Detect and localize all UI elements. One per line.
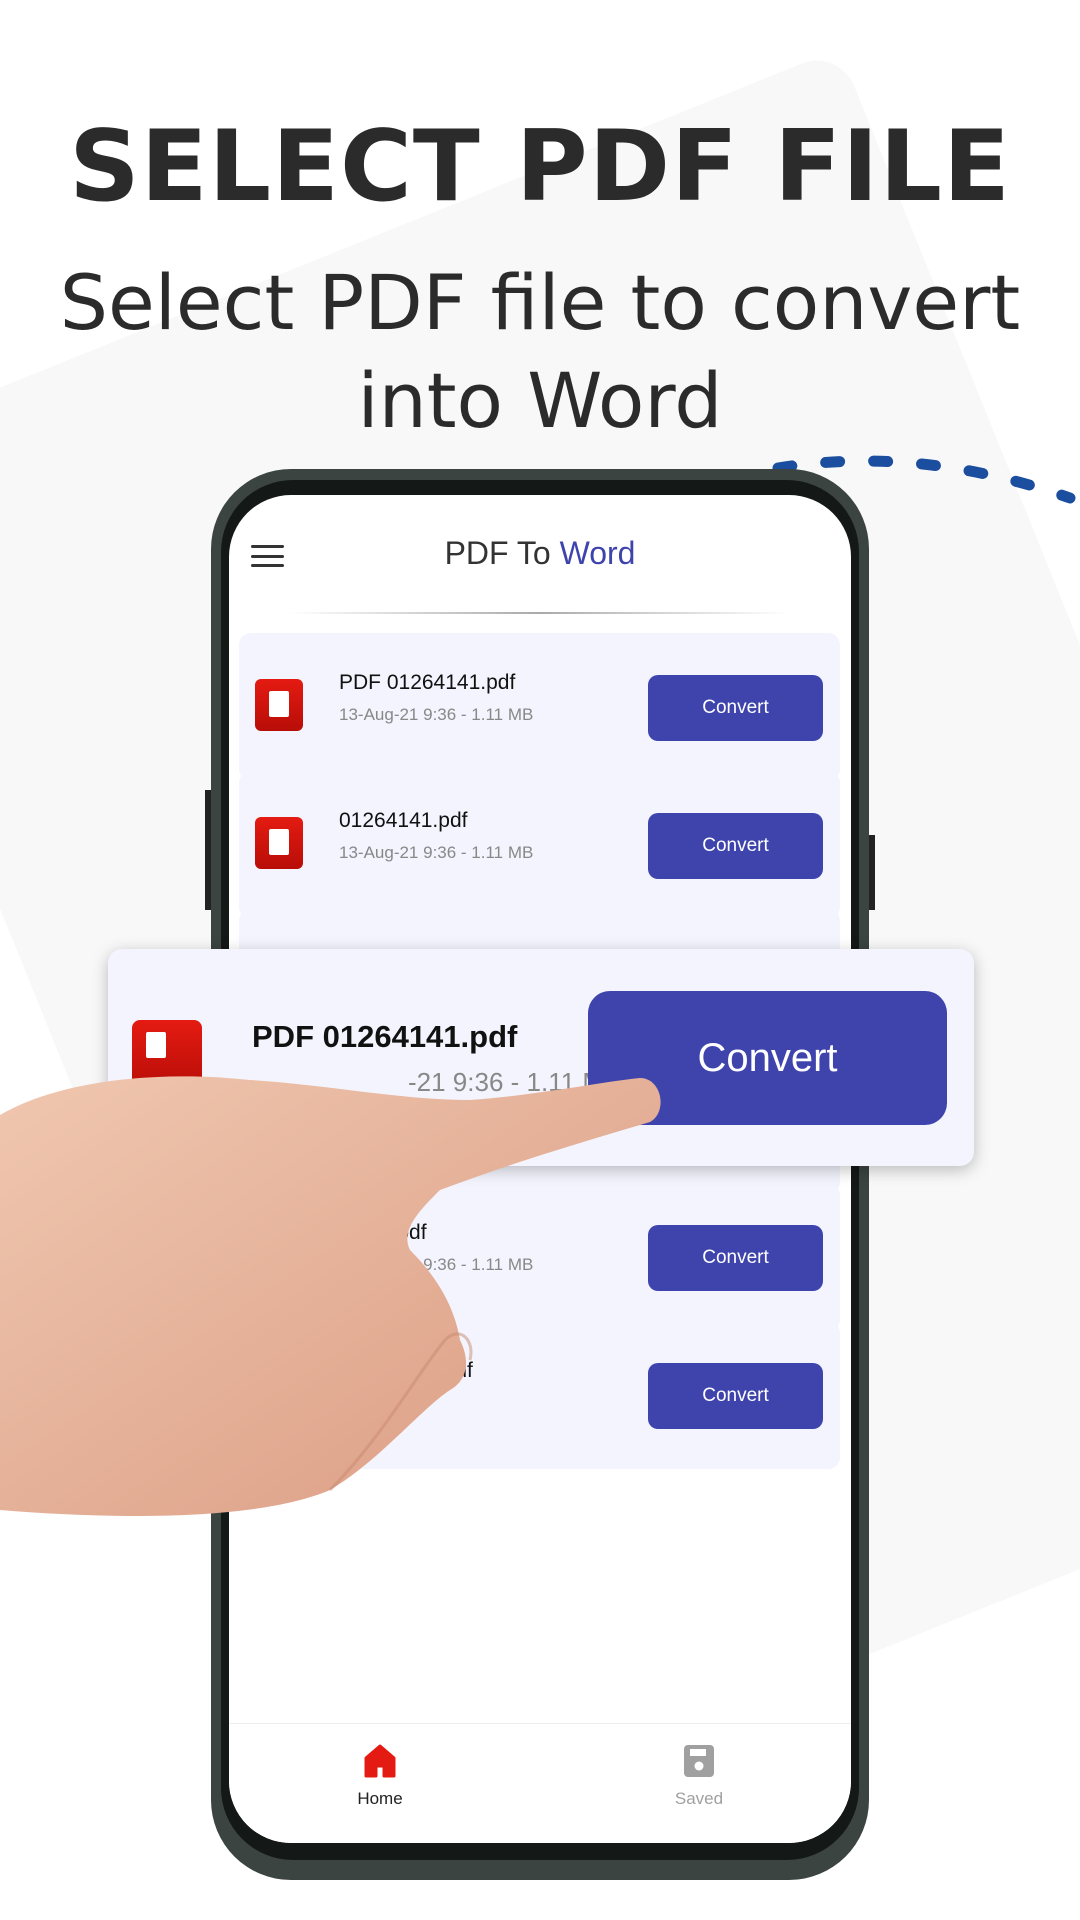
- file-meta: 13-Aug-21 9:36 - 1.11 MB: [339, 843, 534, 862]
- app-title: PDF To Word: [444, 535, 636, 571]
- header-divider: [289, 612, 789, 614]
- file-meta: 13-Aug-21 9:36 - 1.11 MB: [339, 705, 534, 724]
- phone-side-button: [205, 790, 211, 910]
- file-name: 01264141.pdf: [339, 809, 468, 832]
- home-icon: [364, 1744, 396, 1778]
- nav-saved-label: Saved: [674, 1789, 724, 1808]
- bottom-nav: Home Saved: [229, 1723, 851, 1843]
- file-name: PDF 01264141.pdf: [339, 671, 516, 694]
- subtitle-line-1: Select PDF file to convert: [59, 258, 1021, 347]
- nav-home-label: Home: [357, 1789, 403, 1808]
- nav-home[interactable]: Home: [320, 1744, 440, 1809]
- pointing-hand-image: [0, 1076, 661, 1516]
- file-card[interactable]: PDF 01264141.pdf 13-Aug-21 9:36 - 1.11 M…: [239, 633, 840, 781]
- headline: SELECT PDF FILE: [69, 110, 1011, 224]
- convert-button[interactable]: Convert: [648, 675, 823, 741]
- convert-button[interactable]: Convert: [648, 813, 823, 879]
- nav-saved[interactable]: Saved: [639, 1744, 759, 1809]
- save-icon: [684, 1745, 714, 1777]
- pdf-file-icon: [255, 679, 303, 731]
- pdf-file-icon: [255, 817, 303, 869]
- phone-side-button: [869, 835, 875, 910]
- subtitle-line-2: into Word: [357, 356, 723, 445]
- file-card[interactable]: 01264141.pdf 13-Aug-21 9:36 - 1.11 MB Co…: [239, 771, 840, 919]
